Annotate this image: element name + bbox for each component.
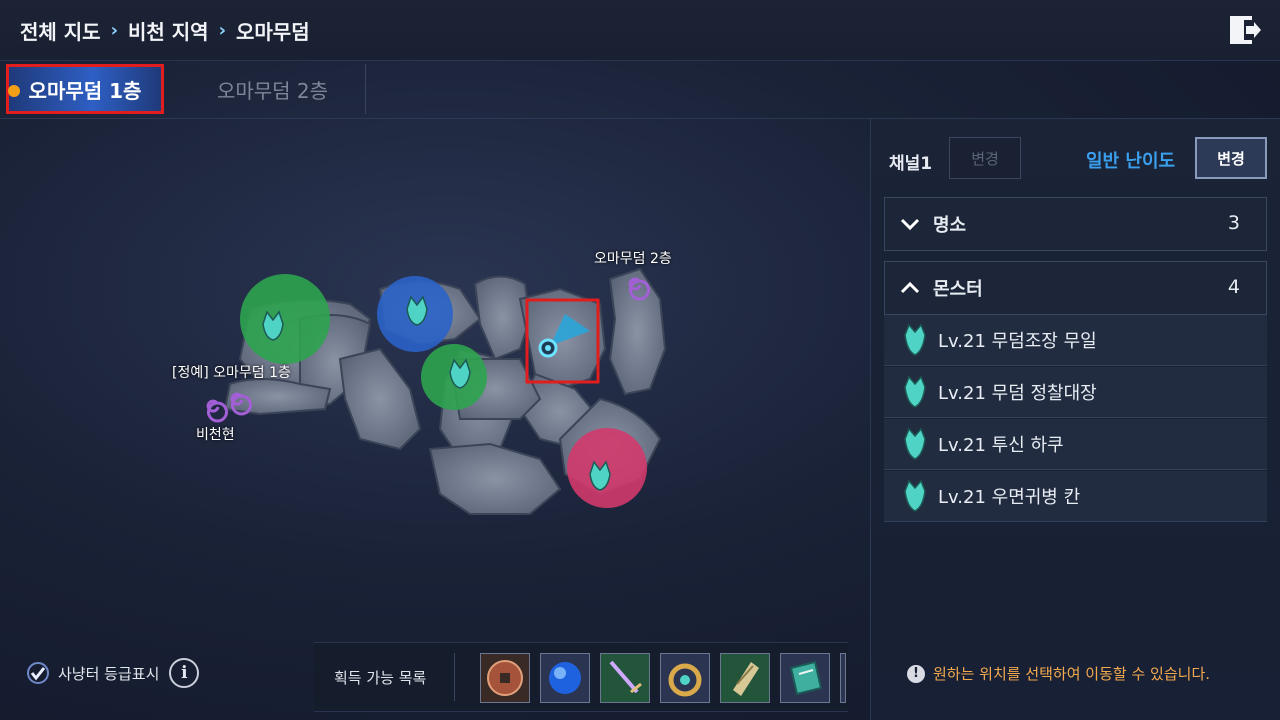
info-icon[interactable]: i (169, 658, 200, 688)
hunting-grade-label: 사냥터 등급표시 (58, 664, 160, 683)
exclamation-icon: ! (907, 664, 925, 683)
section-places[interactable]: 명소 3 (884, 197, 1267, 251)
monster-name: Lv.21 무덤조장 무일 (938, 331, 1097, 352)
tab-label: 오마무덤 1층 (28, 78, 142, 103)
monster-icon (904, 323, 926, 356)
section-label: 명소 (933, 215, 967, 236)
breadcrumb-world-map[interactable]: 전체 지도 (20, 16, 101, 45)
notice-text: 원하는 위치를 선택하여 이동할 수 있습니다. (933, 665, 1211, 683)
hunting-grade-toggle[interactable]: 사냥터 등급표시 i (26, 658, 200, 688)
section-count: 3 (1227, 212, 1240, 234)
breadcrumb-current: 오마무덤 (236, 20, 310, 44)
monster-icon (904, 375, 926, 408)
monster-icon (904, 479, 926, 512)
difficulty-change-button[interactable]: 변경 (1195, 137, 1267, 179)
scroll-icon[interactable] (720, 653, 770, 703)
dungeon-map[interactable]: 오마무덤 2층 [정예] 오마무덤 1층 비천현 (0, 119, 870, 639)
map-label-elite-floor1[interactable]: [정예] 오마무덤 1층 (172, 362, 291, 382)
book-icon[interactable] (780, 653, 830, 703)
list-item[interactable]: Lv.21 무덤 정찰대장 (884, 367, 1267, 418)
loot-bar: 획득 가능 목록 (314, 642, 848, 712)
breadcrumb: 전체 지도 › 비천 지역 › 오마무덤 (20, 16, 310, 45)
section-label: 몬스터 (933, 279, 983, 300)
portal-icon (206, 399, 228, 423)
chevron-right-icon: › (218, 20, 226, 41)
chevron-down-icon (900, 218, 920, 231)
checkbox-checked-icon[interactable] (26, 661, 50, 685)
channel-label: 채널1 (889, 154, 933, 174)
coin-icon[interactable] (480, 653, 530, 703)
loot-label: 획득 가능 목록 (334, 669, 427, 687)
top-bar: 전체 지도 › 비천 지역 › 오마무덤 (0, 0, 1280, 61)
section-count: 4 (1227, 276, 1240, 298)
zone-green-1[interactable] (240, 274, 330, 364)
map-label-bichunhyun[interactable]: 비천현 (196, 424, 235, 444)
active-dot-icon (8, 85, 20, 97)
info-panel: 채널1 변경 일반 난이도 변경 명소 3 몬스터 4 Lv.21 무덤조장 무… (870, 119, 1280, 720)
monster-name: Lv.21 무덤 정찰대장 (938, 383, 1097, 404)
more-items-edge (840, 653, 846, 703)
map-canvas (206, 267, 667, 515)
monster-icon (904, 427, 926, 460)
blue-orb-icon[interactable] (540, 653, 590, 703)
chevron-right-icon: › (110, 20, 118, 41)
section-monsters[interactable]: 몬스터 4 (884, 261, 1267, 315)
chevron-up-icon (900, 281, 920, 294)
exit-icon[interactable] (1228, 12, 1262, 48)
list-item[interactable]: Lv.21 우면귀병 칸 (884, 471, 1267, 522)
tab-floor-2[interactable]: 오마무덤 2층 (180, 64, 366, 114)
divider (454, 653, 455, 701)
breadcrumb-region[interactable]: 비천 지역 (128, 16, 209, 45)
notice: ! 원하는 위치를 선택하여 이동할 수 있습니다. (907, 663, 1210, 684)
sword-icon[interactable] (600, 653, 650, 703)
list-item[interactable]: Lv.21 무덤조장 무일 (884, 315, 1267, 366)
difficulty-label: 일반 난이도 (1086, 151, 1176, 172)
monster-name: Lv.21 우면귀병 칸 (938, 487, 1081, 508)
tab-floor-1[interactable]: 오마무덤 1층 (6, 64, 164, 114)
list-item[interactable]: Lv.21 투신 하쿠 (884, 419, 1267, 470)
tab-label: 오마무덤 2층 (216, 78, 329, 103)
amulet-icon[interactable] (660, 653, 710, 703)
map-label-floor2-portal[interactable]: 오마무덤 2층 (594, 248, 672, 268)
floor-tabs: 오마무덤 1층 오마무덤 2층 (0, 60, 1280, 119)
monster-name: Lv.21 투신 하쿠 (938, 435, 1064, 456)
channel-change-button[interactable]: 변경 (949, 137, 1021, 179)
